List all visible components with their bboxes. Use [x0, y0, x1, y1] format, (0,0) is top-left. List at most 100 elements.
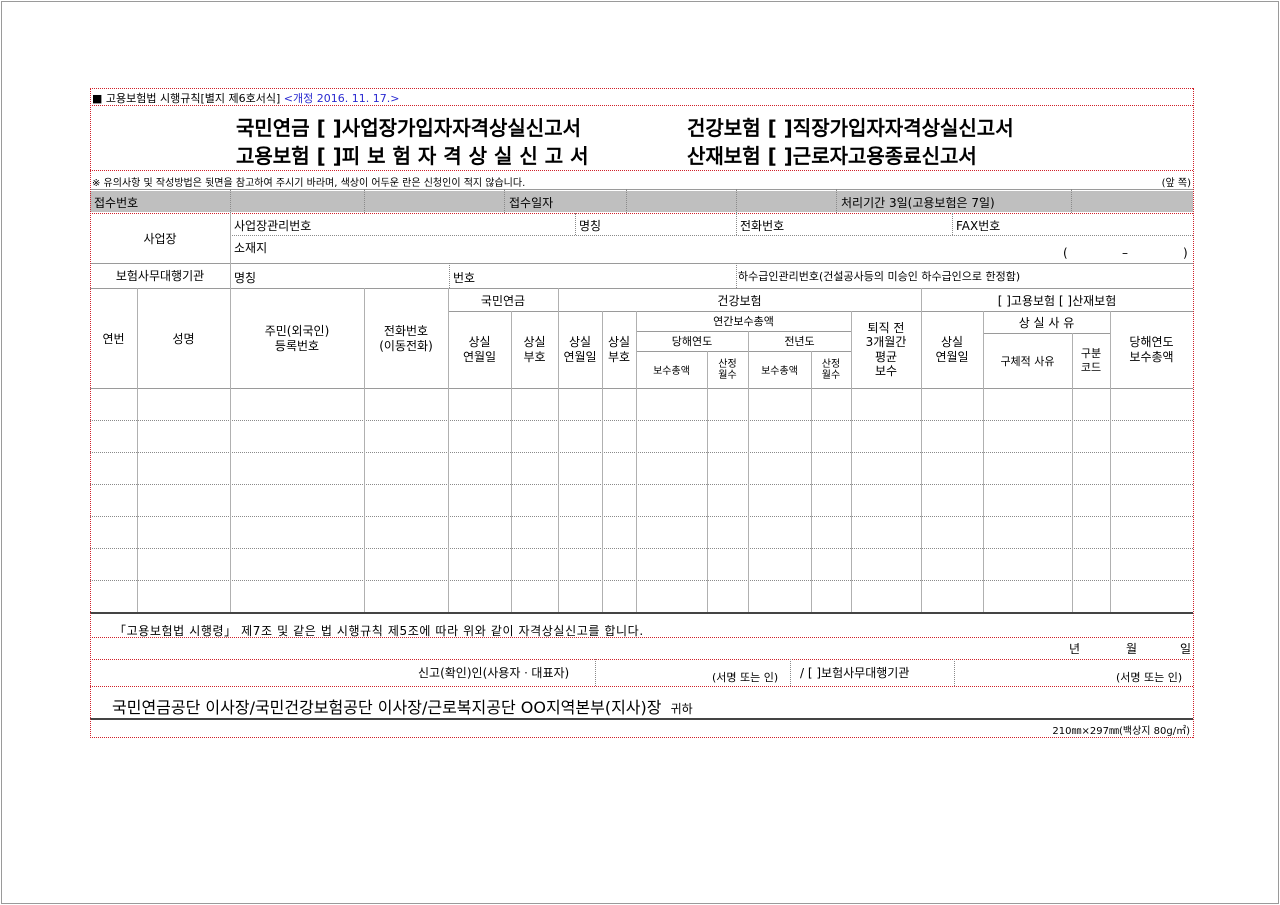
col-pay-total-current: 보수총액 [653, 366, 690, 377]
rule [90, 88, 91, 738]
group-previous-year: 전년도 [784, 335, 815, 348]
rule [448, 288, 449, 612]
rule [90, 263, 1193, 264]
group-health-insurance: 건강보험 [717, 294, 762, 308]
rule [137, 288, 138, 612]
page-side-label: (앞 쪽) [1161, 178, 1191, 189]
rule [90, 659, 1193, 660]
table-row[interactable] [90, 516, 1193, 548]
rule [449, 263, 450, 288]
form-reference: ■ 고용보험법 시행규칙[별지 제6호서식] <개정 2016. 11. 17.… [92, 90, 399, 106]
rule [90, 105, 1193, 106]
workplace-mgmt-number-label: 사업장관리번호 [234, 219, 312, 233]
col-months-current-line2: 월수 [718, 369, 737, 381]
rule [851, 311, 852, 612]
rule [90, 580, 1193, 581]
rule [736, 263, 737, 288]
col-class-code-line1: 구분 [1080, 347, 1102, 361]
col-current-year-pay-line1: 당해연도 [1129, 334, 1174, 349]
group-current-year: 당해연도 [671, 335, 713, 348]
group-loss-reason: 상 실 사 유 [1018, 315, 1075, 330]
rule [983, 311, 984, 612]
agency-name-label: 명칭 [234, 271, 257, 285]
col-seq: 연번 [102, 331, 125, 346]
rule [90, 189, 1193, 190]
rule [1193, 88, 1194, 738]
addressee-main: 국민연금공단 이사장/국민건강보험공단 이사장/근로복지공단 OO지역본부(지사… [112, 698, 662, 717]
paper-spec: 210㎜×297㎜(백상지 80g/㎡) [1052, 726, 1190, 737]
rule [230, 189, 231, 213]
col-current-year-pay: 당해연도 보수총액 [1110, 311, 1193, 388]
table-row[interactable] [90, 388, 1193, 420]
table-row[interactable] [90, 580, 1193, 612]
col-months-previous-line2: 월수 [821, 369, 841, 381]
col-specific-reason: 구체적 사유 [1000, 354, 1055, 368]
col-np-loss-code-line1: 상실 [523, 334, 546, 349]
revision-date: <개정 2016. 11. 17.> [283, 92, 400, 105]
group-national-pension: 국민연금 [480, 294, 526, 308]
col-average-pay-line1: 퇴직 전 [867, 320, 905, 335]
title-employment-insurance: 고용보험 [ ]피 보 험 자 격 상 실 신 고 서 [236, 144, 589, 168]
col-pay-total-previous: 보수총액 [761, 366, 798, 377]
col-hi-loss-date: 상실 연월일 [558, 311, 602, 388]
rule [602, 311, 603, 612]
rule [90, 516, 1193, 517]
rule [1110, 311, 1111, 612]
rule [90, 213, 1193, 214]
col-months-previous-line1: 산정 [821, 358, 841, 370]
rule [983, 333, 1110, 334]
receipt-date-label: 접수일자 [509, 196, 554, 210]
rule [90, 452, 1193, 453]
col-months-previous: 산정 월수 [811, 351, 851, 388]
title-industrial-insurance: 산재보험 [ ]근로자고용종료신고서 [687, 144, 977, 168]
rule [90, 718, 1193, 720]
col-hi-loss-code: 상실 부호 [602, 311, 636, 388]
workplace-address-label: 소재지 [234, 241, 268, 255]
rule [364, 189, 365, 213]
col-ei-loss-date-line1: 상실 [940, 334, 964, 349]
rule [707, 351, 708, 612]
agency-checkbox-label[interactable]: / [ ]보험사무대행기관 [800, 664, 909, 681]
table-row[interactable] [90, 548, 1193, 580]
address-paren-close: ) [1183, 246, 1188, 260]
address-dash: – [1122, 246, 1128, 260]
workplace-name-label: 명칭 [579, 219, 602, 233]
col-average-pay-line2: 3개월간 [865, 335, 907, 350]
rule [954, 659, 955, 686]
col-np-loss-code: 상실 부호 [511, 311, 558, 388]
rule [90, 612, 1193, 614]
data-rows [90, 388, 1193, 612]
rule [1072, 333, 1073, 612]
notice-text: ※ 유의사항 및 작성방법은 뒷면을 참고하여 주시기 바라며, 색상이 어두운… [92, 178, 526, 189]
workplace-phone-label: 전화번호 [740, 219, 785, 233]
rule [636, 351, 851, 352]
table-row[interactable] [90, 484, 1193, 516]
date-day-label: 일 [1180, 642, 1192, 656]
rule [90, 737, 1193, 738]
rule [836, 189, 837, 213]
col-average-pay: 퇴직 전 3개월간 평균 보수 [851, 311, 921, 388]
rule [90, 548, 1193, 549]
address-paren-open: ( [1063, 246, 1068, 260]
table-row[interactable] [90, 420, 1193, 452]
rule [90, 88, 1193, 89]
col-hi-loss-date-line2: 연월일 [563, 349, 597, 364]
rule [90, 484, 1193, 485]
rule [1071, 189, 1072, 213]
rule [90, 388, 1193, 389]
rule [364, 288, 365, 612]
col-ei-loss-date-line2: 연월일 [935, 349, 969, 364]
receipt-number-label: 접수번호 [94, 196, 139, 210]
rule [636, 311, 637, 612]
group-employment-industrial: [ ]고용보험 [ ]산재보험 [997, 294, 1117, 308]
col-hi-loss-date-line1: 상실 [568, 334, 592, 349]
col-class-code: 구분 코드 [1072, 333, 1110, 388]
col-hi-loss-code-line2: 부호 [607, 349, 631, 364]
col-resident-number-line2: 등록번호 [274, 339, 320, 353]
reception-band [90, 191, 1193, 212]
rule [790, 659, 791, 686]
col-current-year-pay-line2: 보수총액 [1129, 349, 1174, 364]
table-row[interactable] [90, 452, 1193, 484]
processing-period-label: 처리기간 3일(고용보험은 7일) [841, 196, 995, 210]
date-year-label: 년 [1069, 642, 1081, 656]
